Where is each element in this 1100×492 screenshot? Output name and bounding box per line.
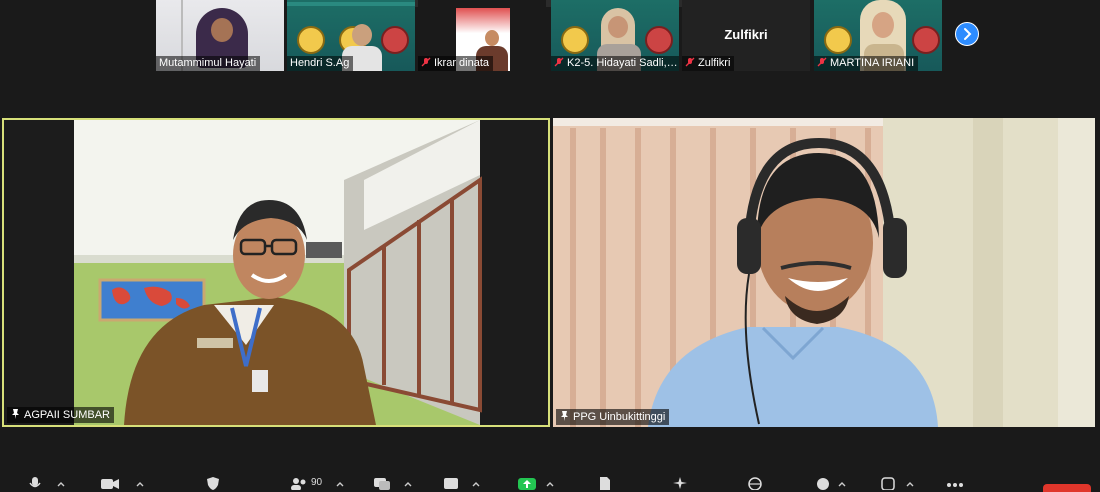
pin-icon: [12, 409, 19, 419]
participant-name: K2-5. Hidayati Sadli, ...: [551, 56, 679, 71]
chevron-up-icon[interactable]: [546, 480, 554, 488]
document-icon[interactable]: [598, 476, 612, 490]
participant-thumb-4[interactable]: K2-5. Hidayati Sadli, ...: [551, 0, 679, 71]
participant-name-text: Zulfikri: [698, 57, 731, 69]
chevron-up-icon[interactable]: [136, 480, 144, 488]
participant-name-label: PPG Uinbukittinggi: [556, 409, 670, 425]
video-tile[interactable]: PPG Uinbukittinggi: [553, 118, 1095, 427]
mic-muted-icon: [685, 57, 695, 67]
participant-name: Mutammimul Hayati: [156, 56, 261, 71]
participant-name-text: PPG Uinbukittinggi: [573, 411, 666, 423]
participant-thumb-2[interactable]: Hendri S.Ag: [287, 0, 415, 71]
chevron-up-icon[interactable]: [57, 480, 65, 488]
video-camera-icon[interactable]: [100, 476, 120, 490]
participant-name: MARTINA IRIANI: [814, 56, 919, 71]
participant-name: Zulfikri: [682, 56, 735, 71]
participant-thumb-1[interactable]: Mutammimul Hayati: [156, 0, 284, 71]
next-page-button[interactable]: [955, 22, 979, 46]
participant-video: [553, 118, 1095, 427]
video-tile-active-speaker[interactable]: AGPAII SUMBAR: [2, 118, 550, 427]
end-meeting-button[interactable]: [1043, 484, 1091, 492]
meeting-toolbar: 90: [0, 470, 1100, 490]
chevron-up-icon[interactable]: [838, 480, 846, 488]
participant-name-label: AGPAII SUMBAR: [7, 407, 114, 423]
participant-strip: Mutammimul Hayati Hendri S.Ag Ikrar dina…: [0, 0, 1100, 72]
apps-globe-icon[interactable]: [747, 476, 763, 490]
chat-icon[interactable]: [373, 476, 391, 490]
security-shield-icon[interactable]: [206, 476, 220, 490]
chevron-right-icon: [964, 28, 972, 40]
record-icon[interactable]: [880, 476, 896, 490]
whiteboard-icon[interactable]: [815, 476, 831, 490]
participant-name-text: MARTINA IRIANI: [830, 57, 915, 69]
chevron-up-icon[interactable]: [906, 480, 914, 488]
more-icon[interactable]: [946, 476, 964, 490]
ai-companion-icon[interactable]: [672, 476, 688, 490]
participant-video: [4, 120, 548, 425]
share-screen-icon[interactable]: [517, 476, 537, 490]
participant-name-text: Ikrar dinata: [434, 57, 490, 69]
participants-icon[interactable]: [290, 476, 308, 490]
react-icon[interactable]: [443, 476, 459, 490]
pin-icon: [561, 411, 568, 421]
mic-muted-icon: [421, 57, 431, 67]
participants-count: 90: [311, 477, 323, 488]
participant-thumb-3[interactable]: Ikrar dinata: [418, 0, 546, 71]
chevron-up-icon[interactable]: [336, 480, 344, 488]
participant-display-name: Zulfikri: [724, 27, 768, 42]
mic-muted-icon: [554, 57, 564, 67]
microphone-icon[interactable]: [28, 476, 42, 490]
participant-name-text: K2-5. Hidayati Sadli, ...: [567, 57, 679, 69]
chevron-up-icon[interactable]: [404, 480, 412, 488]
mic-muted-icon: [817, 57, 827, 67]
participant-name: Hendri S.Ag: [287, 56, 354, 71]
participant-name-text: AGPAII SUMBAR: [24, 409, 110, 421]
participant-thumb-6[interactable]: MARTINA IRIANI: [814, 0, 942, 71]
participant-thumb-5[interactable]: Zulfikri Zulfikri: [682, 0, 810, 71]
participant-name: Ikrar dinata: [418, 56, 494, 71]
chevron-up-icon[interactable]: [472, 480, 480, 488]
